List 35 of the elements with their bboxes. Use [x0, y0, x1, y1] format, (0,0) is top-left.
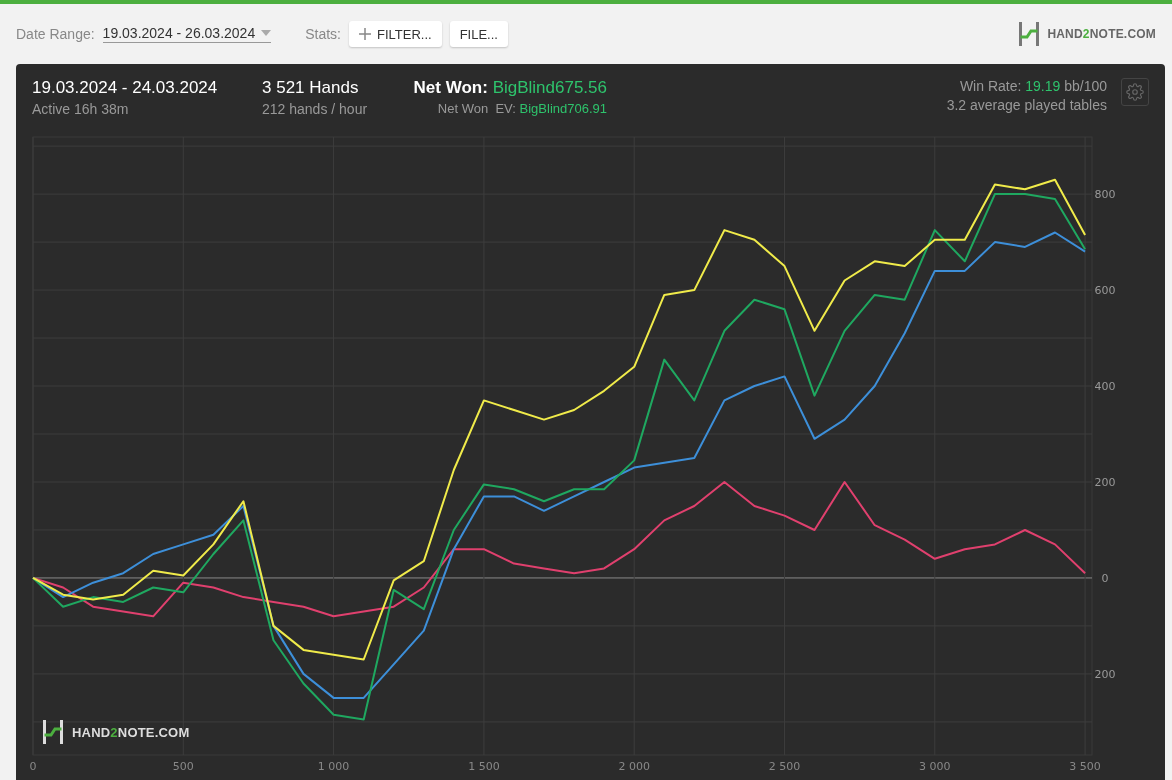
x-tick-label: 1 500 — [468, 760, 500, 773]
plus-icon — [359, 28, 371, 40]
hands-rate: 212 hands / hour — [262, 101, 368, 117]
filter-button[interactable]: FILTER... — [349, 21, 442, 47]
stats-label: Stats: — [305, 26, 341, 42]
logo-icon — [42, 720, 64, 744]
settings-button[interactable] — [1121, 78, 1149, 106]
x-tick-label: 500 — [172, 760, 194, 773]
hands-count: 3 521 Hands — [262, 78, 359, 98]
file-button[interactable]: FILE... — [449, 21, 508, 47]
y-tick-label: 600 — [1094, 284, 1116, 298]
logo-text: HAND2NOTE.COM — [72, 724, 190, 740]
y-tick-label: 0 — [1101, 571, 1109, 585]
win-rate-text: Win Rate: 19.19 bb/100 — [959, 78, 1107, 94]
x-tick-label: 2 000 — [618, 760, 650, 773]
date-range-label: Date Range: — [16, 26, 95, 42]
x-tick-label: 0 — [29, 760, 37, 773]
y-tick-label: 200 — [1094, 667, 1116, 681]
gear-icon — [1126, 83, 1144, 101]
x-tick-label: 1 000 — [317, 760, 350, 773]
net-won-text: Net Won: BigBlind675.56 — [413, 78, 607, 98]
x-tick-label: 3 000 — [919, 760, 951, 773]
net-won-ev-text: Net Won EV: BigBlind706.91 — [437, 101, 607, 116]
logo-icon — [1018, 22, 1041, 46]
date-range-dropdown[interactable]: 19.03.2024 - 26.03.2024 — [102, 25, 272, 43]
x-tick-label: 3 500 — [1069, 760, 1101, 773]
y-tick-label: 800 — [1094, 188, 1116, 202]
active-time-text: Active 16h 38m — [32, 101, 129, 117]
y-tick-label: 400 — [1094, 380, 1116, 393]
period-text: 19.03.2024 - 24.03.2024 — [32, 78, 218, 98]
caret-icon — [261, 30, 272, 36]
logo-text: HAND2NOTE.COM — [1047, 27, 1156, 41]
y-tick-label: 200 — [1094, 476, 1116, 489]
x-tick-label: 2 500 — [768, 760, 801, 773]
tables-text: 3.2 average played tables — [946, 97, 1107, 113]
